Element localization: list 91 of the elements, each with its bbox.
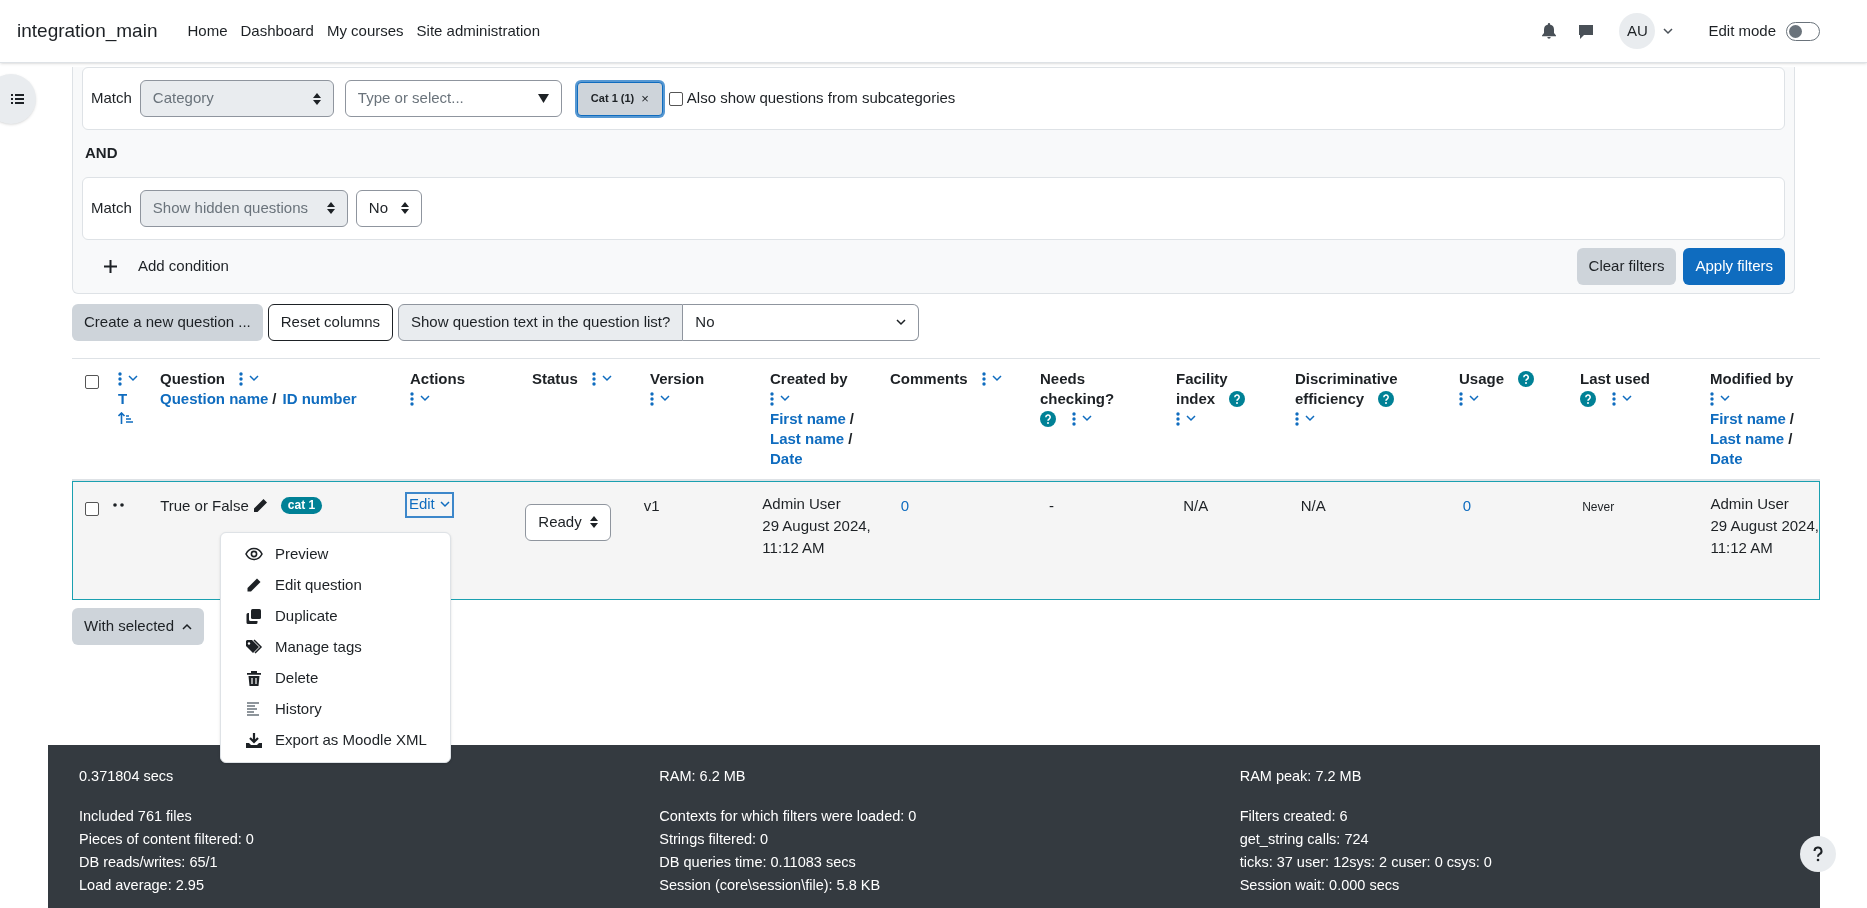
- needs-checking-text: -: [1048, 496, 1054, 514]
- menu-item[interactable]: Export as Moodle XML: [221, 725, 450, 756]
- sort-link[interactable]: Last name: [770, 428, 845, 449]
- column-title: Question: [160, 368, 225, 389]
- footer-stat: ticks: 37 user: 12sys: 2 cuser: 0 csys: 0: [1239, 853, 1493, 872]
- column-title: Usage: [1459, 368, 1505, 389]
- subcategories-label[interactable]: Also show questions from subcategories: [686, 87, 956, 110]
- sort-link[interactable]: First name: [770, 408, 846, 429]
- nav-link[interactable]: Home: [187, 19, 228, 43]
- footer-stat: DB reads/writes: 65/1: [79, 853, 219, 872]
- sort-link[interactable]: Date: [1710, 448, 1743, 469]
- modifier-name: Admin User: [1710, 493, 1790, 514]
- column-title: Version: [650, 368, 705, 389]
- modified-date: 29 August 2024, 11:12 AM: [1710, 515, 1819, 558]
- separator: /: [1788, 428, 1793, 449]
- created-date: 29 August 2024, 11:12 AM: [762, 515, 871, 558]
- footer-stat: RAM: 6.2 MB: [659, 767, 747, 786]
- sort-link[interactable]: T: [118, 388, 128, 409]
- menu-item[interactable]: Delete: [221, 663, 450, 694]
- footer-stat: Filters created: 6: [1239, 807, 1349, 826]
- footer-stat: Strings filtered: 0: [659, 830, 770, 849]
- status-select[interactable]: Ready: [525, 503, 612, 541]
- usage-link[interactable]: 0: [1462, 496, 1471, 514]
- remove-chip-button[interactable]: ×: [641, 88, 649, 109]
- question-name: True or False: [160, 495, 249, 516]
- menu-item[interactable]: Duplicate: [221, 601, 450, 632]
- menu-item[interactable]: History: [221, 694, 450, 725]
- with-selected-button[interactable]: With selected: [72, 607, 205, 645]
- user-avatar[interactable]: AU: [1619, 13, 1656, 49]
- footer-stat: Included 761 files: [79, 807, 193, 826]
- category-search-field[interactable]: Type or select...: [344, 80, 562, 117]
- apply-filters-button[interactable]: Apply filters: [1683, 247, 1785, 285]
- menu-item[interactable]: Manage tags: [221, 632, 450, 663]
- edit-menu-button[interactable]: Edit: [404, 491, 454, 518]
- footer-stat: Pieces of content filtered: 0: [79, 830, 255, 849]
- column-title: efficiency: [1295, 388, 1365, 409]
- column-title: Discriminative: [1295, 368, 1398, 389]
- footer-stat: Contexts for which filters were loaded: 0: [659, 807, 918, 826]
- match-label: Match: [91, 197, 132, 218]
- field-select[interactable]: Show hidden questions: [139, 189, 348, 227]
- sort-link[interactable]: Last name: [1710, 428, 1785, 449]
- column-title: Last used: [1580, 368, 1651, 389]
- show-text-select[interactable]: No: [683, 303, 920, 341]
- footer-stat: 0.371804 secs: [79, 767, 175, 786]
- edit-mode-label: Edit mode: [1708, 20, 1776, 41]
- footer-stat: RAM peak: 7.2 MB: [1239, 767, 1363, 786]
- facility-index-text: N/A: [1183, 496, 1209, 514]
- column-title: Status: [532, 368, 578, 389]
- discriminative-text: N/A: [1300, 496, 1326, 514]
- value-select[interactable]: No: [355, 189, 422, 227]
- sort-link[interactable]: Question name: [160, 388, 269, 409]
- create-question-button[interactable]: Create a new question ...: [72, 303, 263, 341]
- menu-item[interactable]: Edit question: [221, 570, 450, 601]
- footer-stat: get_string calls: 724: [1239, 830, 1370, 849]
- footer-stat: Session wait: 0.000 secs: [1239, 876, 1401, 895]
- separator: /: [1789, 408, 1795, 429]
- separator: /: [848, 428, 853, 449]
- nav-link[interactable]: Site administration: [416, 19, 540, 43]
- version-text: v1: [643, 496, 660, 514]
- separator: /: [272, 388, 277, 409]
- and-label: AND: [84, 143, 119, 163]
- field-select[interactable]: Category: [139, 80, 334, 117]
- column-title: checking?: [1040, 388, 1115, 409]
- menu-item[interactable]: Preview: [221, 539, 450, 570]
- nav-link[interactable]: My courses: [326, 19, 404, 43]
- column-title: Facility: [1176, 368, 1228, 389]
- sort-link[interactable]: ID number: [282, 388, 357, 409]
- match-label: Match: [91, 88, 132, 109]
- footer-stat: DB queries time: 0.11083 secs: [659, 853, 857, 872]
- creator-name: Admin User: [762, 493, 842, 514]
- footer-stat: Session (core\session\file): 5.8 KB: [659, 876, 882, 895]
- footer-stat: Load average: 2.95: [79, 876, 205, 895]
- column-title: Created by: [770, 368, 848, 389]
- category-chip[interactable]: Cat 1 (1) ×: [576, 81, 663, 116]
- column-title: Comments: [890, 368, 968, 389]
- nav-link[interactable]: Dashboard: [240, 19, 314, 43]
- show-text-label: Show question text in the question list?: [398, 303, 684, 341]
- add-condition-link[interactable]: Add condition: [138, 254, 229, 278]
- separator: /: [849, 408, 855, 429]
- reset-columns-button[interactable]: Reset columns: [267, 303, 393, 341]
- clear-filters-button[interactable]: Clear filters: [1576, 247, 1677, 285]
- sort-link[interactable]: First name: [1710, 408, 1786, 429]
- column-title: index: [1176, 388, 1216, 409]
- comments-link[interactable]: 0: [900, 496, 910, 514]
- site-name[interactable]: integration_main: [17, 16, 158, 46]
- last-used-text: Never: [1582, 499, 1615, 514]
- column-title: Modified by: [1710, 368, 1794, 389]
- column-title: Needs: [1040, 368, 1086, 389]
- sort-link[interactable]: Date: [770, 448, 803, 469]
- column-title: Actions: [410, 368, 465, 389]
- category-badge: cat 1: [280, 497, 323, 514]
